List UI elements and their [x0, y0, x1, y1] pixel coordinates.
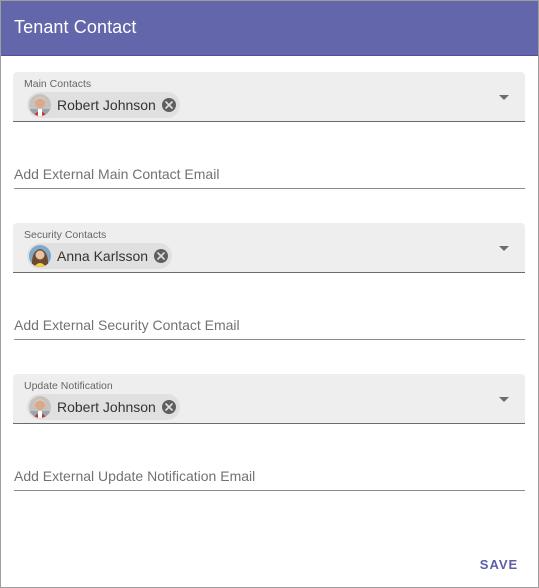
update-notification-select[interactable]: Update Notification Robert Johnson: [13, 374, 525, 424]
update-notification-chip: Robert Johnson: [27, 394, 180, 420]
security-contact-chip-label: Anna Karlsson: [57, 248, 149, 264]
security-contact-chip: Anna Karlsson: [27, 243, 173, 269]
main-contact-chip: Robert Johnson: [27, 92, 180, 118]
external-main-contact-field: [14, 162, 525, 189]
main-contact-chip-label: Robert Johnson: [57, 97, 156, 113]
security-contacts-label: Security Contacts: [24, 229, 107, 241]
tenant-contact-dialog: Tenant Contact Main Contacts Robert John…: [0, 0, 539, 588]
dialog-header: Tenant Contact: [1, 1, 538, 56]
remove-security-contact-icon[interactable]: [154, 249, 169, 263]
external-security-contact-email-input[interactable]: [14, 313, 525, 337]
dialog-title: Tenant Contact: [14, 17, 137, 37]
external-update-notification-field: [14, 464, 525, 491]
robert-johnson-avatar: [29, 94, 51, 116]
security-contacts-select[interactable]: Security Contacts Anna Karlsson: [13, 223, 525, 273]
save-button[interactable]: SAVE: [471, 550, 527, 578]
remove-update-notification-icon[interactable]: [161, 400, 176, 414]
main-contacts-select[interactable]: Main Contacts Robert Johnson: [13, 72, 525, 122]
update-notification-label: Update Notification: [24, 380, 113, 392]
update-notification-dropdown-arrow-icon[interactable]: [499, 397, 509, 402]
update-notification-chip-label: Robert Johnson: [57, 399, 156, 415]
main-contacts-dropdown-arrow-icon[interactable]: [499, 95, 509, 100]
external-update-notification-email-input[interactable]: [14, 464, 525, 488]
main-contacts-label: Main Contacts: [24, 78, 92, 90]
remove-main-contact-icon[interactable]: [161, 98, 176, 112]
anna-karlsson-avatar: [29, 245, 51, 267]
external-security-contact-field: [14, 313, 525, 340]
external-main-contact-email-input[interactable]: [14, 162, 525, 186]
security-contacts-dropdown-arrow-icon[interactable]: [499, 246, 509, 251]
robert-johnson-avatar: [29, 396, 51, 418]
